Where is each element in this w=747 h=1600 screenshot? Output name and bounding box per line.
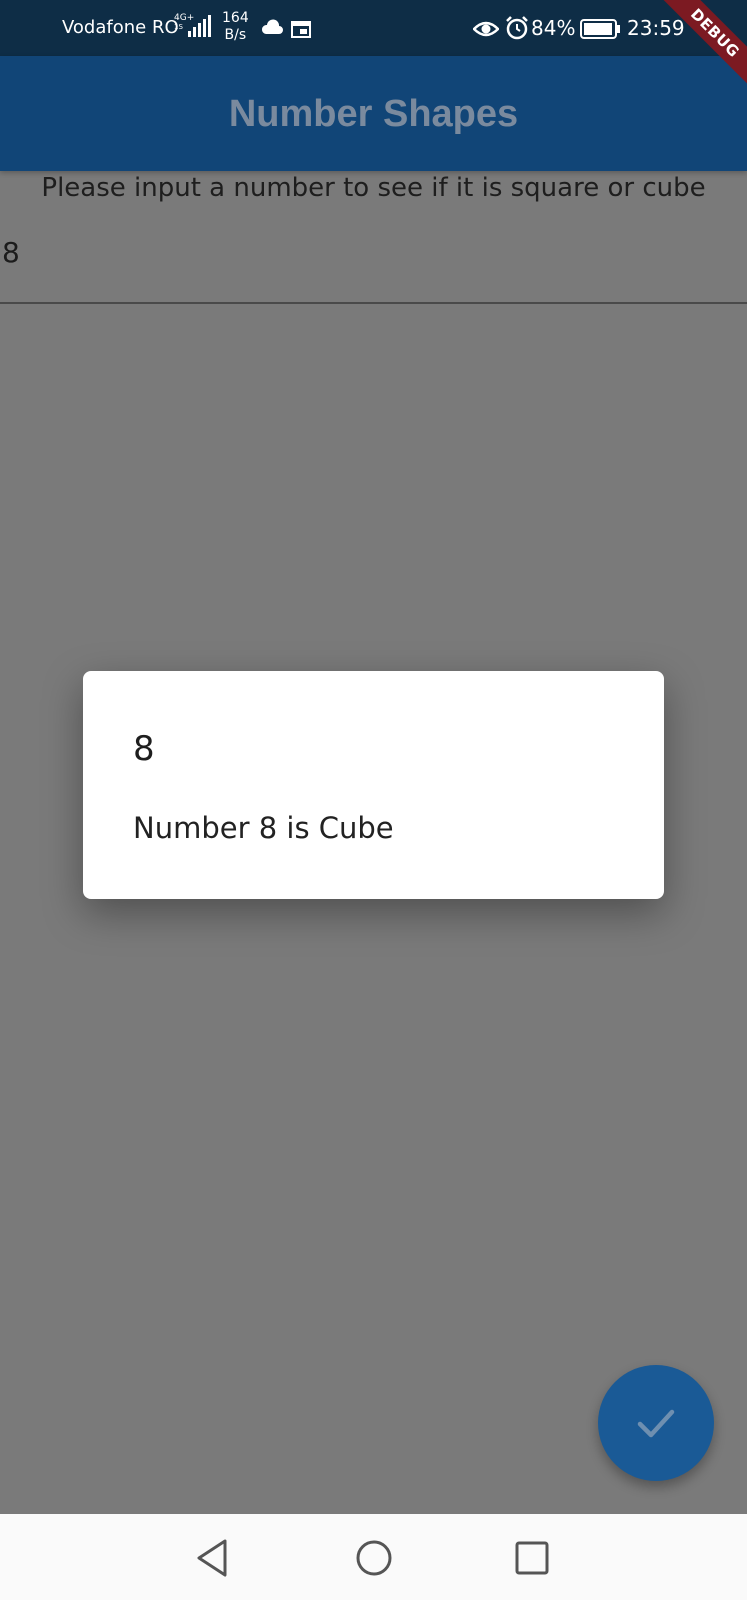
carrier-label: Vodafone RO: [62, 17, 179, 38]
number-input[interactable]: 8: [0, 236, 747, 304]
check-fab[interactable]: [598, 1365, 714, 1481]
network-speed: 164 B/s: [222, 10, 249, 44]
dialog-content: Number 8 is Cube: [133, 811, 394, 845]
prompt-text: Please input a number to see if it is sq…: [41, 173, 706, 203]
back-icon: [197, 1539, 227, 1577]
app-bar-title: Number Shapes: [228, 93, 519, 135]
alarm-icon: [506, 16, 528, 40]
app-bar: Number Shapes: [0, 56, 747, 171]
recents-button[interactable]: [510, 1536, 554, 1580]
result-dialog: 8 Number 8 is Cube: [83, 671, 664, 899]
signal-icon: [188, 15, 211, 37]
calendar-icon: [291, 21, 311, 38]
status-bar: Vodafone RO 4G+ 1S 164 B/s 84% 23:59: [0, 0, 747, 56]
check-icon: [637, 1409, 675, 1438]
speed-unit: B/s: [224, 27, 247, 43]
dialog-title: 8: [133, 729, 155, 769]
eye-icon: [473, 21, 499, 37]
cloud-icon: [261, 19, 283, 34]
clock: 23:59: [627, 16, 685, 40]
battery-percent: 84%: [531, 16, 576, 40]
home-icon: [356, 1540, 392, 1576]
battery-icon: [580, 19, 620, 39]
speed-value: 164: [222, 10, 249, 26]
back-button[interactable]: [191, 1536, 235, 1580]
system-nav-bar: [0, 1514, 747, 1600]
network-sub-text: 1S: [174, 23, 183, 31]
home-button[interactable]: [352, 1536, 396, 1580]
recents-icon: [515, 1541, 549, 1575]
